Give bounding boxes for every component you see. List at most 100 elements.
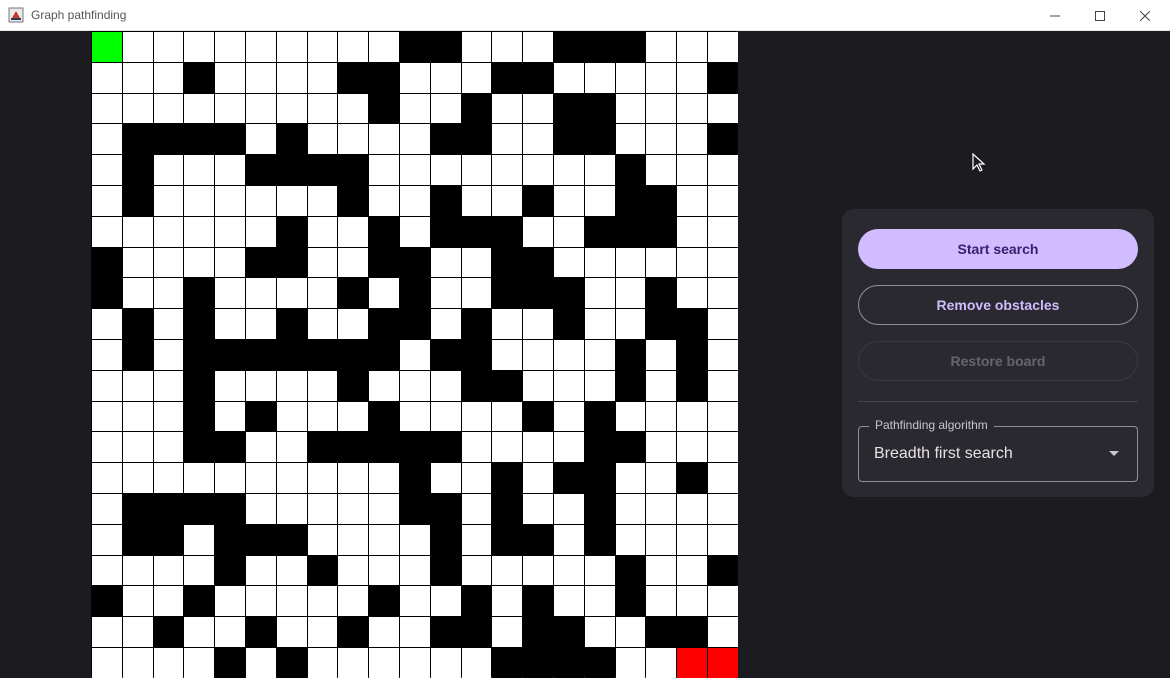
grid-cell[interactable] [184,93,215,124]
wall-cell[interactable] [122,339,153,370]
grid-cell[interactable] [646,432,677,463]
grid-cell[interactable] [707,32,738,62]
grid-cell[interactable] [307,247,338,278]
grid-cell[interactable] [307,586,338,617]
wall-cell[interactable] [399,32,430,62]
grid-cell[interactable] [184,155,215,185]
grid-cell[interactable] [122,586,153,617]
grid-cell[interactable] [615,463,646,493]
grid-cell[interactable] [369,524,399,555]
grid-cell[interactable] [369,124,399,155]
grid-cell[interactable] [430,401,461,432]
wall-cell[interactable] [369,93,399,124]
grid-cell[interactable] [245,124,276,155]
wall-cell[interactable] [492,463,523,493]
wall-cell[interactable] [523,62,553,93]
grid-cell[interactable] [215,463,245,493]
grid-cell[interactable] [122,555,153,586]
wall-cell[interactable] [399,463,430,493]
wall-cell[interactable] [553,617,584,647]
grid-cell[interactable] [92,370,122,401]
grid-cell[interactable] [677,185,707,216]
wall-cell[interactable] [184,401,215,432]
grid-cell[interactable] [307,401,338,432]
grid-cell[interactable] [707,432,738,463]
grid-cell[interactable] [369,647,399,678]
grid-cell[interactable] [399,370,430,401]
wall-cell[interactable] [215,647,245,678]
grid-cell[interactable] [153,432,184,463]
wall-cell[interactable] [122,524,153,555]
wall-cell[interactable] [707,62,738,93]
wall-cell[interactable] [492,524,523,555]
grid-cell[interactable] [430,278,461,309]
grid-cell[interactable] [461,493,492,524]
wall-cell[interactable] [553,32,584,62]
grid-cell[interactable] [430,647,461,678]
wall-cell[interactable] [615,216,646,247]
wall-cell[interactable] [369,586,399,617]
wall-cell[interactable] [461,309,492,339]
grid-cell[interactable] [307,124,338,155]
grid-cell[interactable] [153,555,184,586]
grid-cell[interactable] [707,309,738,339]
wall-cell[interactable] [584,216,615,247]
grid-cell[interactable] [215,247,245,278]
grid-cell[interactable] [215,155,245,185]
grid-cell[interactable] [153,647,184,678]
grid-cell[interactable] [92,155,122,185]
grid-cell[interactable] [553,247,584,278]
grid-cell[interactable] [615,493,646,524]
grid-cell[interactable] [307,185,338,216]
grid-cell[interactable] [92,216,122,247]
grid-cell[interactable] [122,401,153,432]
end-node[interactable] [677,647,707,678]
wall-cell[interactable] [584,524,615,555]
grid-cell[interactable] [523,555,553,586]
grid-cell[interactable] [461,155,492,185]
wall-cell[interactable] [646,216,677,247]
grid-cell[interactable] [338,524,369,555]
wall-cell[interactable] [492,278,523,309]
grid-cell[interactable] [492,93,523,124]
wall-cell[interactable] [276,216,307,247]
minimize-button[interactable] [1032,0,1078,31]
wall-cell[interactable] [430,185,461,216]
grid-cell[interactable] [461,278,492,309]
grid-cell[interactable] [307,93,338,124]
wall-cell[interactable] [215,124,245,155]
wall-cell[interactable] [461,216,492,247]
grid-cell[interactable] [677,524,707,555]
grid-cell[interactable] [215,216,245,247]
wall-cell[interactable] [430,124,461,155]
grid-cell[interactable] [276,493,307,524]
grid-cell[interactable] [523,309,553,339]
grid-cell[interactable] [553,493,584,524]
grid-cell[interactable] [92,432,122,463]
grid-cell[interactable] [707,278,738,309]
grid-cell[interactable] [553,185,584,216]
wall-cell[interactable] [276,247,307,278]
grid-cell[interactable] [184,555,215,586]
wall-cell[interactable] [122,309,153,339]
grid-cell[interactable] [338,93,369,124]
grid-cell[interactable] [584,586,615,617]
grid-cell[interactable] [276,617,307,647]
wall-cell[interactable] [122,124,153,155]
grid-cell[interactable] [369,32,399,62]
grid-cell[interactable] [430,309,461,339]
grid-cell[interactable] [122,32,153,62]
grid-cell[interactable] [646,555,677,586]
grid-cell[interactable] [122,93,153,124]
grid-cell[interactable] [461,247,492,278]
grid-cell[interactable] [215,370,245,401]
wall-cell[interactable] [553,124,584,155]
grid-cell[interactable] [707,617,738,647]
grid-cell[interactable] [615,278,646,309]
wall-cell[interactable] [399,432,430,463]
wall-cell[interactable] [399,247,430,278]
wall-cell[interactable] [430,493,461,524]
wall-cell[interactable] [584,463,615,493]
grid-cell[interactable] [492,555,523,586]
grid-cell[interactable] [461,555,492,586]
